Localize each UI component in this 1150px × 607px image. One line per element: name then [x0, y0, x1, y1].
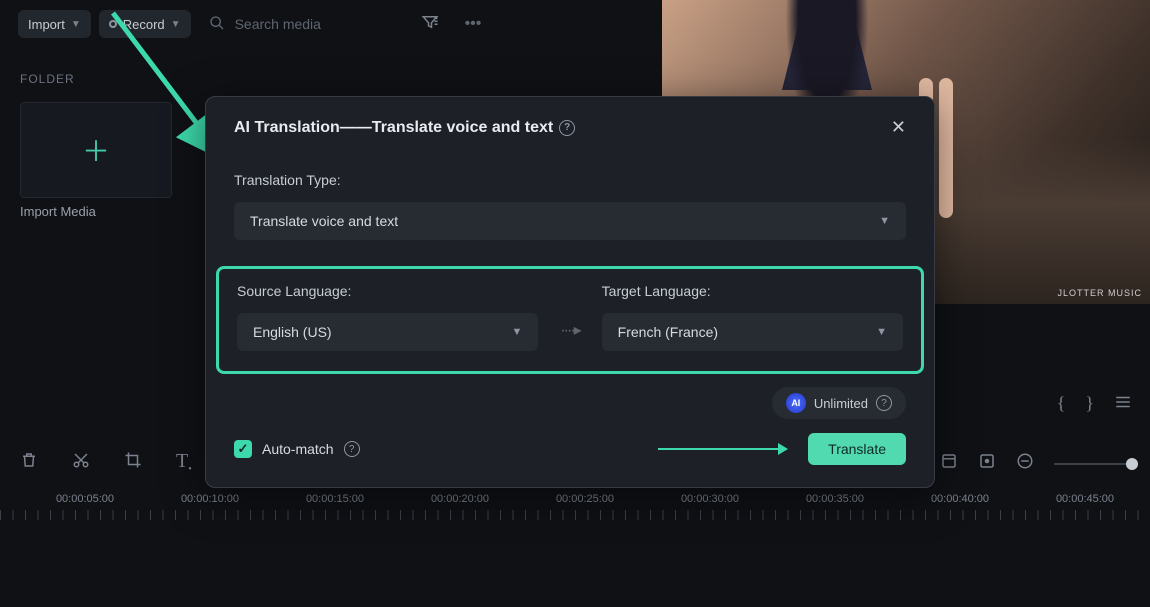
chevron-down-icon: ▼ — [171, 19, 181, 30]
chevron-down-icon: ▼ — [71, 19, 81, 30]
chevron-down-icon: ▼ — [876, 326, 887, 338]
delete-icon[interactable] — [20, 451, 38, 474]
fit-icon[interactable] — [978, 452, 996, 475]
language-selection-highlight: Source Language: English (US) ▼ ····▸ Ta… — [216, 266, 924, 374]
import-media-label: Import Media — [20, 204, 96, 219]
import-button[interactable]: Import ▼ — [18, 10, 91, 38]
tick-label: 00:00:30:00 — [681, 493, 739, 505]
timeline-ruler[interactable]: 00:00:05:00 00:00:10:00 00:00:15:00 00:0… — [0, 493, 1150, 523]
folder-section-label: FOLDER — [20, 72, 75, 86]
arrow-right-icon: ····▸ — [560, 320, 579, 340]
import-label: Import — [28, 17, 65, 32]
zoom-out-icon[interactable] — [1016, 452, 1034, 475]
translation-type-label: Translation Type: — [234, 172, 906, 188]
tick-label: 00:00:40:00 — [931, 493, 989, 505]
import-media-tile[interactable]: ＋ — [20, 102, 172, 198]
tick-label: 00:00:05:00 — [56, 493, 114, 505]
record-label: Record — [123, 17, 165, 32]
search-icon — [209, 15, 225, 34]
ai-translation-modal: AI Translation——Translate voice and text… — [205, 96, 935, 488]
auto-match-checkbox[interactable]: ✓ — [234, 440, 252, 458]
tick-label: 00:00:35:00 — [806, 493, 864, 505]
preview-watermark: JLOTTER MUSIC — [1057, 288, 1142, 298]
zoom-slider[interactable] — [1054, 463, 1132, 465]
modal-title: AI Translation——Translate voice and text — [234, 119, 553, 137]
translation-type-value: Translate voice and text — [250, 213, 398, 229]
translate-button[interactable]: Translate — [808, 433, 906, 465]
bracket-close-icon[interactable]: } — [1085, 393, 1094, 414]
target-language-value: French (France) — [618, 324, 718, 340]
unlimited-label: Unlimited — [814, 396, 868, 411]
help-icon[interactable]: ? — [344, 441, 360, 457]
translation-type-select[interactable]: Translate voice and text ▼ — [234, 202, 906, 240]
chevron-down-icon: ▼ — [879, 215, 890, 227]
cut-icon[interactable] — [72, 451, 90, 474]
text-icon[interactable]: T• — [176, 450, 192, 475]
record-icon — [109, 20, 117, 28]
marker-icon[interactable] — [940, 452, 958, 475]
unlimited-badge: AI Unlimited ? — [772, 387, 906, 419]
source-language-select[interactable]: English (US) ▼ — [237, 313, 538, 351]
source-language-value: English (US) — [253, 324, 332, 340]
crop-icon[interactable] — [124, 451, 142, 474]
close-icon[interactable]: ✕ — [891, 117, 906, 138]
tick-label: 00:00:10:00 — [181, 493, 239, 505]
record-button[interactable]: Record ▼ — [99, 10, 191, 38]
list-icon[interactable] — [1114, 393, 1132, 414]
auto-match-label: Auto-match — [262, 441, 334, 457]
more-icon[interactable]: ••• — [465, 15, 482, 33]
tick-label: 00:00:25:00 — [556, 493, 614, 505]
plus-icon: ＋ — [82, 130, 110, 170]
tick-label: 00:00:20:00 — [431, 493, 489, 505]
tick-label: 00:00:45:00 — [1056, 493, 1114, 505]
source-language-label: Source Language: — [237, 283, 538, 299]
annotation-arrow-icon — [658, 443, 788, 455]
search-input[interactable] — [235, 16, 395, 32]
help-icon[interactable]: ? — [876, 395, 892, 411]
filter-icon[interactable] — [421, 13, 439, 36]
chevron-down-icon: ▼ — [511, 326, 522, 338]
tick-label: 00:00:15:00 — [306, 493, 364, 505]
target-language-select[interactable]: French (France) ▼ — [602, 313, 903, 351]
ai-icon: AI — [786, 393, 806, 413]
bracket-open-icon[interactable]: { — [1057, 393, 1066, 414]
help-icon[interactable]: ? — [559, 120, 575, 136]
target-language-label: Target Language: — [602, 283, 903, 299]
